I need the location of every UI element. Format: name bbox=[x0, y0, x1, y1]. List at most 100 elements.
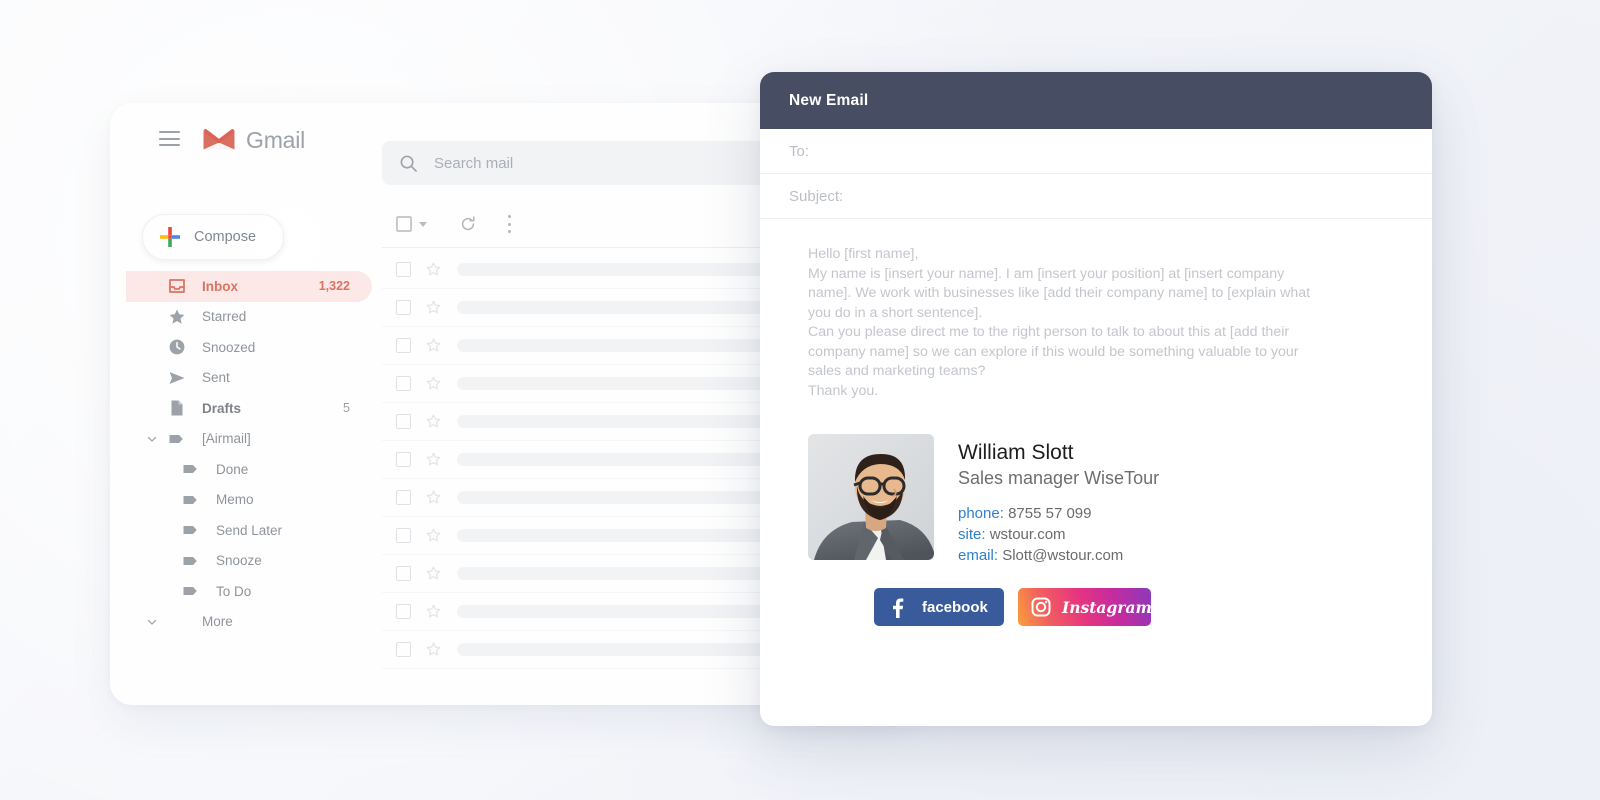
facebook-button[interactable]: facebook bbox=[874, 588, 1004, 626]
sidebar-item-to-do[interactable]: To Do bbox=[126, 576, 372, 607]
signature-role: Sales manager WiseTour bbox=[958, 468, 1160, 488]
star-icon[interactable] bbox=[426, 414, 441, 429]
sidebar-item-airmail[interactable]: [Airmail] bbox=[126, 424, 372, 455]
row-checkbox[interactable] bbox=[396, 566, 411, 581]
avatar bbox=[808, 434, 934, 560]
signature-contact-value: wstour.com bbox=[989, 526, 1066, 543]
sidebar-item-snoozed[interactable]: Snoozed bbox=[126, 332, 372, 363]
sidebar-item-label: To Do bbox=[216, 583, 252, 599]
compose-panel: New Email To: Subject: Hello [first name… bbox=[760, 72, 1432, 726]
social-buttons: facebook Instagram bbox=[874, 588, 1403, 626]
chevron-down-icon[interactable] bbox=[146, 433, 158, 445]
sidebar-item-done[interactable]: Done bbox=[126, 454, 372, 485]
star-icon[interactable] bbox=[426, 338, 441, 353]
star-icon[interactable] bbox=[426, 262, 441, 277]
row-checkbox[interactable] bbox=[396, 262, 411, 277]
row-checkbox[interactable] bbox=[396, 338, 411, 353]
sidebar-item-memo[interactable]: Memo bbox=[126, 485, 372, 516]
sidebar-item-inbox[interactable]: Inbox 1,322 bbox=[126, 271, 372, 302]
email-signature: William Slott Sales manager WiseTour pho… bbox=[808, 434, 1403, 566]
label-icon bbox=[182, 521, 200, 539]
inbox-icon bbox=[168, 277, 186, 295]
sidebar-item-label: Done bbox=[216, 461, 249, 477]
compose-body[interactable]: Hello [first name], My name is [insert y… bbox=[760, 219, 1432, 626]
star-icon[interactable] bbox=[426, 642, 441, 657]
subject-field[interactable]: Subject: bbox=[760, 174, 1432, 219]
row-checkbox[interactable] bbox=[396, 452, 411, 467]
search-placeholder: Search mail bbox=[434, 154, 514, 172]
row-checkbox[interactable] bbox=[396, 376, 411, 391]
row-checkbox[interactable] bbox=[396, 490, 411, 505]
subject-field-label: Subject: bbox=[789, 187, 844, 205]
send-icon bbox=[168, 369, 186, 387]
draft-icon bbox=[168, 399, 186, 417]
sidebar-nav: Inbox 1,322 Starred Snoozed Sent Drafts 5 [Airm… bbox=[126, 271, 372, 637]
select-all-chevron-down-icon[interactable] bbox=[419, 221, 427, 227]
star-icon[interactable] bbox=[426, 376, 441, 391]
more-vertical-icon[interactable] bbox=[507, 215, 511, 233]
star-icon[interactable] bbox=[426, 452, 441, 467]
label-icon bbox=[182, 582, 200, 600]
label-icon bbox=[182, 552, 200, 570]
signature-contact-line: email: Slott@wstour.com bbox=[958, 545, 1159, 566]
sidebar-item-label: Snooze bbox=[216, 553, 262, 569]
star-icon[interactable] bbox=[426, 566, 441, 581]
signature-contact-line: site: wstour.com bbox=[958, 524, 1159, 545]
row-checkbox[interactable] bbox=[396, 528, 411, 543]
star-icon[interactable] bbox=[426, 528, 441, 543]
signature-contact-value: 8755 57 099 bbox=[1008, 505, 1092, 522]
sidebar-item-drafts[interactable]: Drafts 5 bbox=[126, 393, 372, 424]
sidebar-item-label: Starred bbox=[202, 309, 247, 325]
star-icon[interactable] bbox=[426, 490, 441, 505]
clock-icon bbox=[168, 338, 186, 356]
facebook-icon bbox=[886, 596, 908, 618]
star-icon[interactable] bbox=[426, 604, 441, 619]
sidebar-item-label: Inbox bbox=[202, 278, 238, 294]
row-checkbox[interactable] bbox=[396, 642, 411, 657]
signature-info: William Slott Sales manager WiseTour pho… bbox=[958, 434, 1159, 566]
signature-contact-label: phone: bbox=[958, 505, 1004, 522]
sidebar-item-count: 1,322 bbox=[318, 279, 350, 294]
refresh-icon[interactable] bbox=[459, 215, 477, 233]
compose-button[interactable]: Compose bbox=[142, 214, 284, 260]
label-icon bbox=[182, 491, 200, 509]
compose-title: New Email bbox=[789, 91, 869, 109]
sidebar-item-label: More bbox=[202, 614, 233, 630]
compose-header: New Email bbox=[760, 72, 1432, 129]
star-icon[interactable] bbox=[426, 300, 441, 315]
select-all-checkbox[interactable] bbox=[396, 216, 412, 232]
instagram-icon bbox=[1030, 596, 1052, 618]
to-field[interactable]: To: bbox=[760, 129, 1432, 174]
sidebar-item-label: Send Later bbox=[216, 522, 283, 538]
signature-contact-label: site: bbox=[958, 526, 986, 543]
signature-contact-line: phone: 8755 57 099 bbox=[958, 503, 1159, 524]
to-field-label: To: bbox=[789, 142, 810, 160]
sidebar-item-label: Drafts bbox=[202, 400, 242, 416]
sidebar-item-label: Memo bbox=[216, 492, 254, 508]
sidebar-item-starred[interactable]: Starred bbox=[126, 302, 372, 333]
sidebar-item-label: [Airmail] bbox=[202, 431, 251, 447]
row-checkbox[interactable] bbox=[396, 414, 411, 429]
gmail-wordmark: Gmail bbox=[246, 127, 306, 153]
instagram-button[interactable]: Instagram bbox=[1018, 588, 1152, 626]
sidebar-item-label: Snoozed bbox=[202, 339, 256, 355]
signature-contact-value: Slott@wstour.com bbox=[1002, 547, 1124, 564]
star-icon bbox=[168, 308, 186, 326]
signature-contact-label: email: bbox=[958, 547, 999, 564]
label-icon bbox=[168, 430, 186, 448]
sidebar-item-send-later[interactable]: Send Later bbox=[126, 515, 372, 546]
instagram-button-label: Instagram bbox=[1062, 597, 1152, 617]
signature-contacts: phone: 8755 57 099 site: wstour.com email:… bbox=[958, 503, 1159, 566]
chevron-down-icon[interactable] bbox=[146, 616, 158, 628]
sidebar-item-count: 5 bbox=[343, 401, 350, 416]
sidebar-item-snooze[interactable]: Snooze bbox=[126, 546, 372, 577]
sidebar-item-sent[interactable]: Sent bbox=[126, 363, 372, 394]
compose-button-label: Compose bbox=[194, 229, 257, 245]
sidebar-item-more[interactable]: More bbox=[126, 607, 372, 638]
row-checkbox[interactable] bbox=[396, 604, 411, 619]
row-checkbox[interactable] bbox=[396, 300, 411, 315]
hamburger-icon[interactable] bbox=[159, 131, 180, 146]
facebook-button-label: facebook bbox=[922, 598, 988, 616]
plus-icon bbox=[160, 227, 180, 247]
signature-name: William Slott bbox=[958, 441, 1074, 464]
